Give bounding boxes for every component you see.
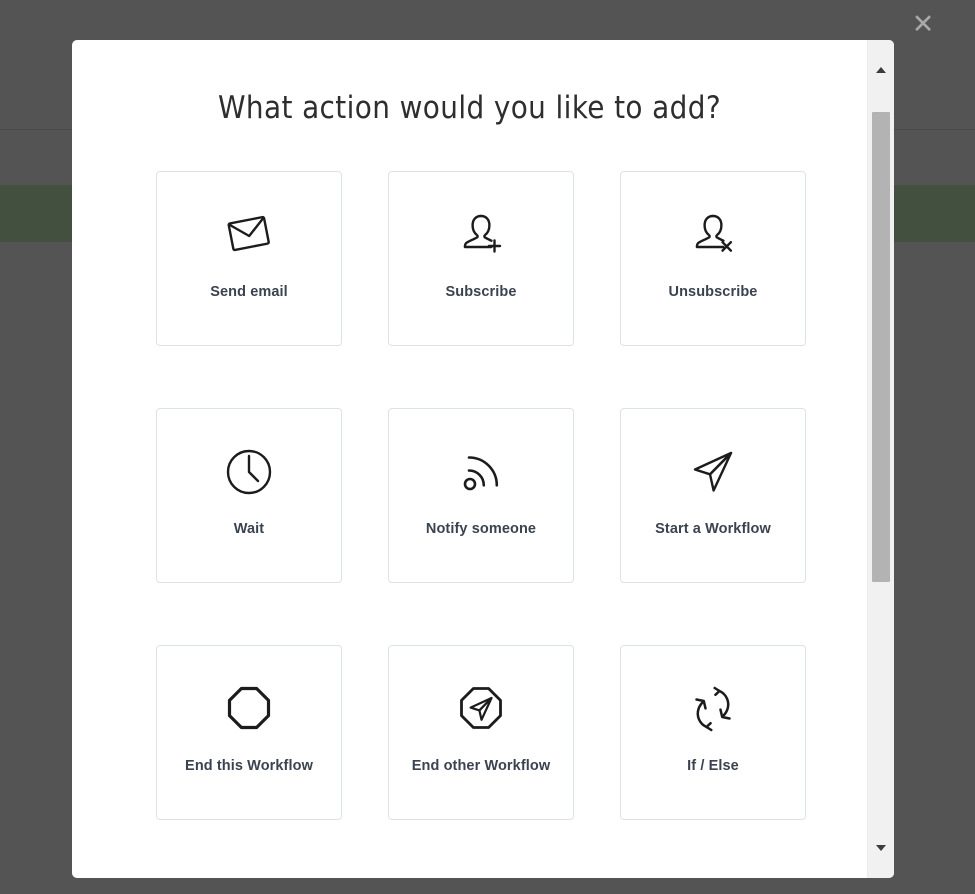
clock-icon [223,441,275,503]
scroll-down-arrow[interactable] [868,836,894,860]
close-icon[interactable]: ✕ [906,8,940,40]
action-card-send-email[interactable]: Send email [156,171,342,346]
action-picker-modal: What action would you like to add? Send … [72,40,894,878]
action-card-unsubscribe[interactable]: Unsubscribe [620,171,806,346]
action-label: Send email [210,284,288,300]
paper-plane-icon [686,441,740,503]
action-card-notify-someone[interactable]: Notify someone [388,408,574,583]
action-label: End other Workflow [411,758,551,774]
broadcast-signal-icon [454,441,508,503]
action-label: End this Workflow [185,758,313,774]
scrollbar-thumb[interactable] [872,112,890,582]
action-label: Start a Workflow [655,521,771,537]
action-label: Subscribe [445,284,517,300]
action-label: Unsubscribe [668,284,758,300]
action-grid: Send email Subscribe Unsubscribe Wait No… [156,171,806,820]
action-card-start-workflow[interactable]: Start a Workflow [620,408,806,583]
envelope-icon [222,204,276,266]
octagon-paper-plane-icon [455,678,507,740]
user-remove-icon [686,204,740,266]
modal-body: What action would you like to add? Send … [72,40,867,878]
action-label: Wait [233,521,265,537]
modal-scrollbar[interactable] [867,40,894,878]
action-card-end-this-workflow[interactable]: End this Workflow [156,645,342,820]
action-card-wait[interactable]: Wait [156,408,342,583]
octagon-icon [223,678,275,740]
action-card-if-else[interactable]: If / Else [620,645,806,820]
page-title: What action would you like to add? [217,90,722,126]
scroll-up-arrow[interactable] [868,58,894,82]
action-card-subscribe[interactable]: Subscribe [388,171,574,346]
user-plus-icon [454,204,508,266]
action-card-end-other-workflow[interactable]: End other Workflow [388,645,574,820]
exchange-arrows-icon [686,678,740,740]
action-label: If / Else [687,758,739,774]
action-label: Notify someone [425,521,537,537]
